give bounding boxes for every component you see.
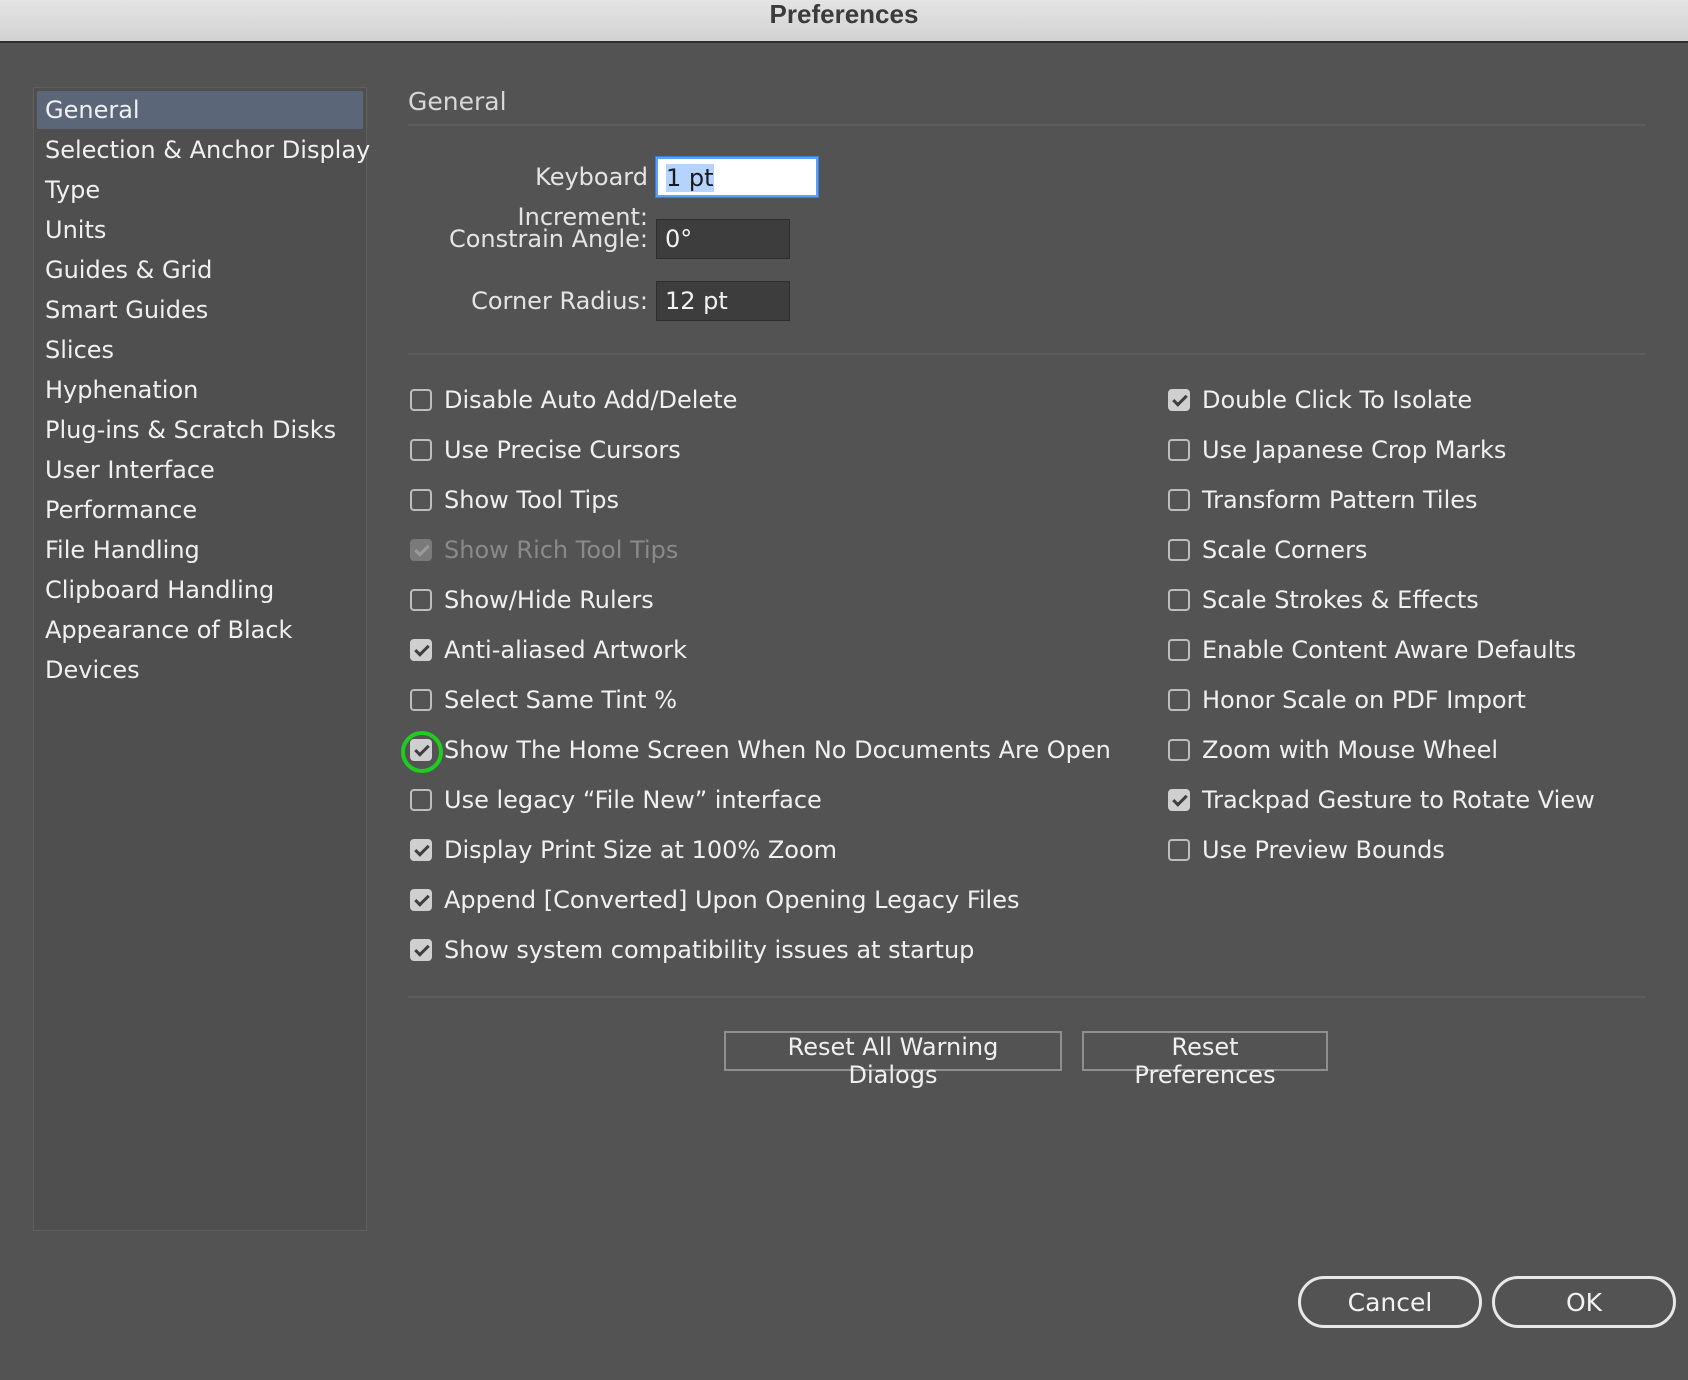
option-label: Use Precise Cursors — [444, 436, 681, 464]
sidebar-item-selection-anchor-display[interactable]: Selection & Anchor Display — [37, 131, 370, 169]
unchecked-checkbox-icon[interactable] — [410, 439, 432, 461]
sidebar-item-hyphenation[interactable]: Hyphenation — [37, 371, 363, 409]
sidebar-item-units[interactable]: Units — [37, 211, 363, 249]
sidebar-item-smart-guides[interactable]: Smart Guides — [37, 291, 363, 329]
sidebar-item-user-interface[interactable]: User Interface — [37, 451, 363, 489]
reset-warning-dialogs-button[interactable]: Reset All Warning Dialogs — [724, 1031, 1062, 1089]
option-label: Select Same Tint % — [444, 686, 678, 714]
corner-radius-input[interactable]: 12 pt — [656, 281, 790, 321]
option-label: Scale Strokes & Effects — [1202, 586, 1479, 614]
unchecked-checkbox-icon[interactable] — [410, 589, 432, 611]
corner-radius-label: Corner Radius: — [471, 287, 648, 315]
unchecked-checkbox-icon[interactable] — [410, 789, 432, 811]
option-show-tool-tips[interactable]: Show Tool Tips — [410, 480, 619, 520]
option-label: Append [Converted] Upon Opening Legacy F… — [444, 886, 1020, 914]
checked-checkbox-icon[interactable] — [1168, 789, 1190, 811]
option-label: Enable Content Aware Defaults — [1202, 636, 1577, 664]
option-label: Use legacy “File New” interface — [444, 786, 822, 814]
category-sidebar: General Selection & Anchor Display Type Uni… — [33, 87, 370, 1231]
option-show-rich-tool-tips: Show Rich Tool Tips — [410, 530, 678, 570]
sidebar-item-file-handling[interactable]: File Handling — [37, 531, 363, 569]
checked-checkbox-icon[interactable] — [410, 839, 432, 861]
checked-checkbox-icon[interactable] — [410, 889, 432, 911]
unchecked-checkbox-icon[interactable] — [1168, 439, 1190, 461]
option-disable-auto-add-delete[interactable]: Disable Auto Add/Delete — [410, 380, 737, 420]
unchecked-checkbox-icon[interactable] — [1168, 739, 1190, 761]
keyboard-increment-input[interactable]: 1 pt — [656, 157, 818, 197]
option-enable-content-aware-defaults[interactable]: Enable Content Aware Defaults — [1168, 630, 1576, 670]
constrain-angle-input[interactable]: 0° — [656, 219, 790, 259]
ok-button[interactable]: OK — [1492, 1276, 1676, 1328]
option-show-the-home-screen-when-no-documents-are-open[interactable]: Show The Home Screen When No Documents A… — [401, 730, 1111, 773]
checked-checkbox-icon[interactable] — [401, 731, 443, 773]
option-transform-pattern-tiles[interactable]: Transform Pattern Tiles — [1168, 480, 1478, 520]
option-label: Scale Corners — [1202, 536, 1368, 564]
option-display-print-size-at-100-zoom[interactable]: Display Print Size at 100% Zoom — [410, 830, 837, 870]
option-show-system-compatibility-issues-at-startup[interactable]: Show system compatibility issues at star… — [410, 930, 974, 970]
sidebar-item-performance[interactable]: Performance — [37, 491, 363, 529]
option-label: Use Preview Bounds — [1202, 836, 1445, 864]
constrain-angle-label: Constrain Angle: — [448, 225, 648, 253]
option-use-preview-bounds[interactable]: Use Preview Bounds — [1168, 830, 1445, 870]
option-double-click-to-isolate[interactable]: Double Click To Isolate — [1168, 380, 1472, 420]
sidebar-item-slices[interactable]: Slices — [37, 331, 363, 369]
unchecked-checkbox-icon[interactable] — [1168, 489, 1190, 511]
option-label: Show system compatibility issues at star… — [444, 936, 975, 964]
option-label: Transform Pattern Tiles — [1202, 486, 1478, 514]
option-scale-strokes-effects[interactable]: Scale Strokes & Effects — [1168, 580, 1479, 620]
cancel-button[interactable]: Cancel — [1298, 1276, 1482, 1328]
option-label: Display Print Size at 100% Zoom — [444, 836, 837, 864]
checked-checkbox-icon[interactable] — [1168, 389, 1190, 411]
unchecked-checkbox-icon[interactable] — [1168, 839, 1190, 861]
reset-preferences-button[interactable]: Reset Preferences — [1082, 1031, 1328, 1089]
option-scale-corners[interactable]: Scale Corners — [1168, 530, 1367, 570]
option-label: Use Japanese Crop Marks — [1202, 436, 1507, 464]
sidebar-item-guides-grid[interactable]: Guides & Grid — [37, 251, 363, 289]
checked-checkbox-icon[interactable] — [410, 939, 432, 961]
option-select-same-tint[interactable]: Select Same Tint % — [410, 680, 677, 720]
unchecked-checkbox-icon[interactable] — [1168, 539, 1190, 561]
keyboard-increment-value: 1 pt — [666, 164, 714, 192]
option-append-converted-upon-opening-legacy-files[interactable]: Append [Converted] Upon Opening Legacy F… — [410, 880, 1020, 920]
option-label: Honor Scale on PDF Import — [1202, 686, 1526, 714]
option-zoom-with-mouse-wheel[interactable]: Zoom with Mouse Wheel — [1168, 730, 1498, 770]
divider — [408, 124, 1646, 126]
unchecked-checkbox-icon[interactable] — [1168, 589, 1190, 611]
sidebar-item-clipboard-handling[interactable]: Clipboard Handling — [37, 571, 363, 609]
title-bar: Preferences — [0, 0, 1688, 43]
option-label: Double Click To Isolate — [1202, 386, 1473, 414]
option-show-hide-rulers[interactable]: Show/Hide Rulers — [410, 580, 654, 620]
sidebar-item-appearance-of-black[interactable]: Appearance of Black — [37, 611, 363, 649]
option-label: Trackpad Gesture to Rotate View — [1202, 786, 1595, 814]
checked-checkbox-icon — [410, 539, 432, 561]
unchecked-checkbox-icon[interactable] — [410, 689, 432, 711]
unchecked-checkbox-icon[interactable] — [410, 489, 432, 511]
option-use-precise-cursors[interactable]: Use Precise Cursors — [410, 430, 681, 470]
option-use-legacy-file-new-interface[interactable]: Use legacy “File New” interface — [410, 780, 822, 820]
divider — [408, 996, 1646, 998]
sidebar-item-plug-ins-scratch-disks[interactable]: Plug-ins & Scratch Disks — [37, 411, 363, 449]
option-honor-scale-on-pdf-import[interactable]: Honor Scale on PDF Import — [1168, 680, 1526, 720]
unchecked-checkbox-icon[interactable] — [1168, 689, 1190, 711]
unchecked-checkbox-icon[interactable] — [1168, 639, 1190, 661]
sidebar-item-general[interactable]: General — [37, 91, 363, 129]
option-label: Zoom with Mouse Wheel — [1202, 736, 1499, 764]
option-anti-aliased-artwork[interactable]: Anti-aliased Artwork — [410, 630, 687, 670]
option-label: Show Tool Tips — [444, 486, 619, 514]
sidebar-item-devices[interactable]: Devices — [37, 651, 363, 689]
option-use-japanese-crop-marks[interactable]: Use Japanese Crop Marks — [1168, 430, 1506, 470]
option-label: Show Rich Tool Tips — [444, 536, 679, 564]
option-label: Show/Hide Rulers — [444, 586, 654, 614]
section-title: General — [408, 87, 507, 116]
option-trackpad-gesture-to-rotate-view[interactable]: Trackpad Gesture to Rotate View — [1168, 780, 1595, 820]
window-title: Preferences — [769, 0, 919, 29]
unchecked-checkbox-icon[interactable] — [410, 389, 432, 411]
highlight-ring-icon — [401, 731, 443, 773]
option-label: Anti-aliased Artwork — [444, 636, 688, 664]
checked-checkbox-icon[interactable] — [410, 639, 432, 661]
sidebar-item-type[interactable]: Type — [37, 171, 363, 209]
divider — [408, 353, 1646, 355]
option-label: Disable Auto Add/Delete — [444, 386, 738, 414]
option-label: Show The Home Screen When No Documents A… — [444, 736, 1111, 764]
